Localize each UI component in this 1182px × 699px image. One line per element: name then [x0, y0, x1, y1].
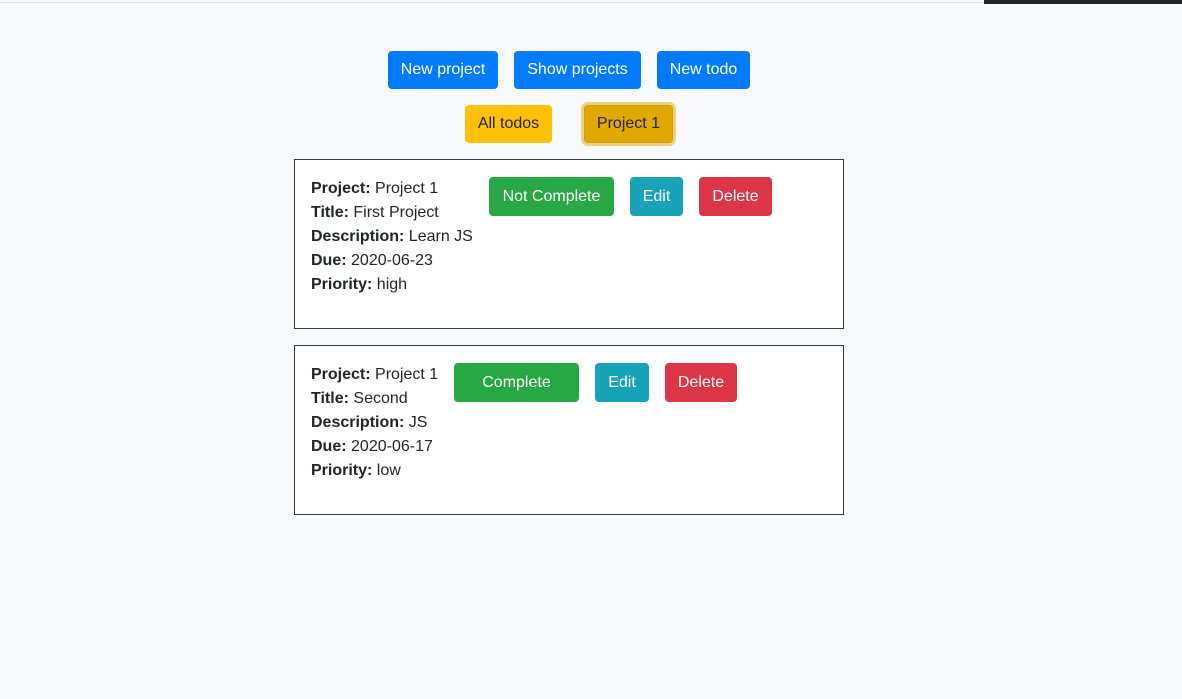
priority-label: Priority:: [311, 462, 373, 479]
project-value: Project 1: [375, 180, 439, 197]
priority-value: high: [376, 276, 408, 293]
description-row: Description: Learn JS: [311, 225, 473, 249]
project-row: Project: Project 1: [311, 363, 438, 387]
project-label: Project:: [311, 366, 371, 383]
title-row: Title: First Project: [311, 201, 473, 225]
due-label: Due:: [311, 252, 347, 269]
description-label: Description:: [311, 228, 405, 245]
edit-button[interactable]: Edit: [630, 177, 683, 216]
description-label: Description:: [311, 414, 405, 431]
description-value: JS: [408, 414, 428, 431]
todo-card: Project: Project 1 Title: First Project …: [294, 159, 844, 329]
title-value: Second: [353, 390, 408, 407]
not-complete-button[interactable]: Not Complete: [489, 177, 614, 216]
project-row: Project: Project 1: [311, 177, 473, 201]
todo-card: Project: Project 1 Title: Second Descrip…: [294, 345, 844, 515]
delete-button[interactable]: Delete: [699, 177, 772, 216]
show-projects-button[interactable]: Show projects: [514, 51, 641, 89]
title-label: Title:: [311, 390, 349, 407]
title-label: Title:: [311, 204, 349, 221]
delete-button[interactable]: Delete: [665, 363, 737, 402]
priority-value: low: [376, 462, 401, 479]
todo-details: Project: Project 1 Title: First Project …: [311, 177, 473, 297]
project-label: Project:: [311, 180, 371, 197]
due-label: Due:: [311, 438, 347, 455]
todo-details: Project: Project 1 Title: Second Descrip…: [311, 363, 438, 483]
description-value: Learn JS: [408, 228, 473, 245]
edit-button[interactable]: Edit: [595, 363, 649, 402]
priority-row: Priority: high: [311, 273, 473, 297]
top-border-line: [0, 2, 984, 3]
description-row: Description: JS: [311, 411, 438, 435]
project-value: Project 1: [375, 366, 439, 383]
priority-row: Priority: low: [311, 459, 438, 483]
title-row: Title: Second: [311, 387, 438, 411]
due-row: Due: 2020-06-23: [311, 249, 473, 273]
new-todo-button[interactable]: New todo: [657, 51, 750, 89]
due-row: Due: 2020-06-17: [311, 435, 438, 459]
project-1-filter-button[interactable]: Project 1: [584, 105, 673, 143]
all-todos-button[interactable]: All todos: [465, 105, 552, 143]
complete-button[interactable]: Complete: [454, 363, 579, 402]
title-value: First Project: [353, 204, 439, 221]
top-dark-bar: [984, 0, 1182, 4]
priority-label: Priority:: [311, 276, 373, 293]
due-value: 2020-06-17: [351, 438, 433, 455]
new-project-button[interactable]: New project: [388, 51, 498, 89]
due-value: 2020-06-23: [351, 252, 433, 269]
